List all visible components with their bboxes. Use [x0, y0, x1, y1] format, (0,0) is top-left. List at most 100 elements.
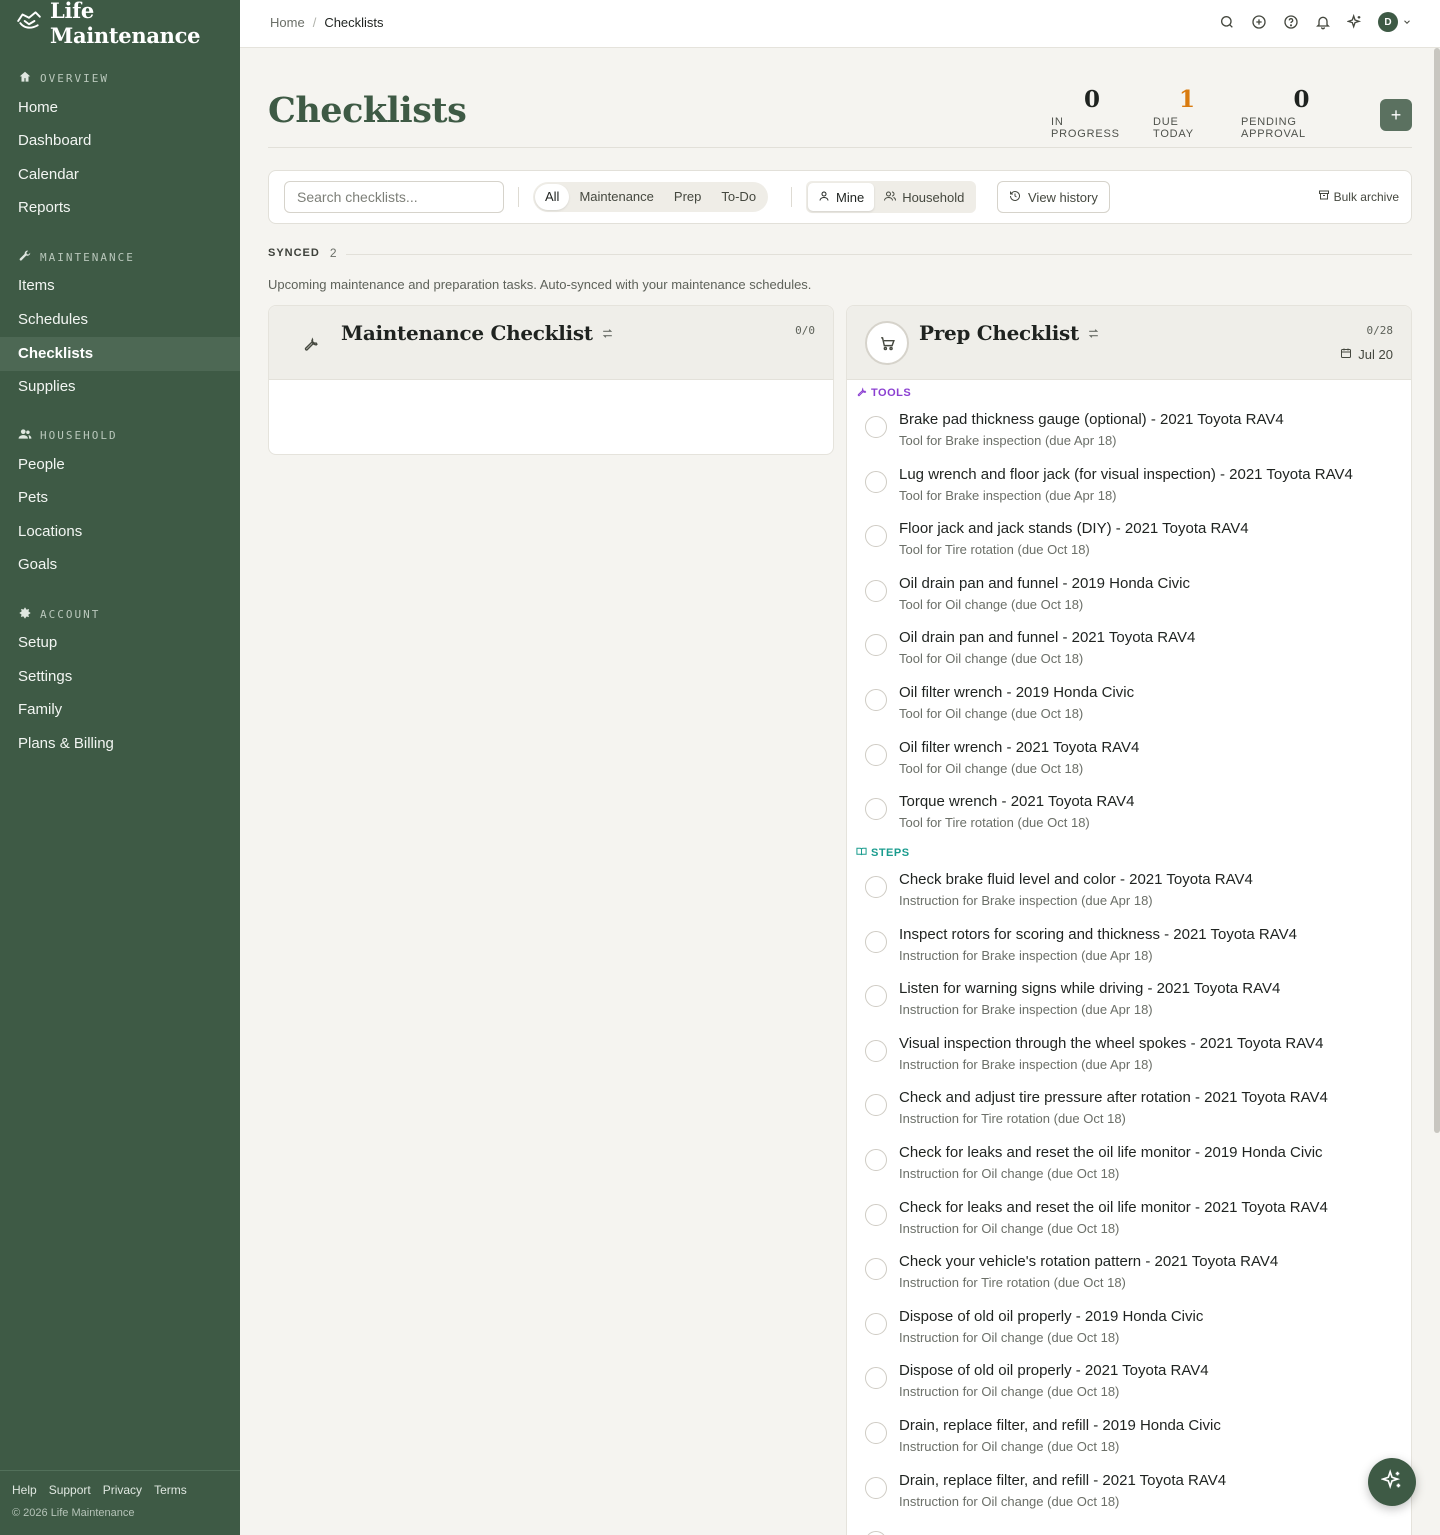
filter-todo[interactable]: To-Do	[711, 184, 766, 210]
checklist-task[interactable]: Drain, replace filter, and refill - 2019…	[847, 1414, 1411, 1468]
sidebar-item-locations[interactable]: Locations	[0, 515, 240, 549]
checklist-task[interactable]: Drain, replace filter, and refill - 2021…	[847, 1469, 1411, 1523]
task-checkbox[interactable]	[865, 876, 887, 898]
checklist-task[interactable]: Torque wrench - 2021 Toyota RAV4 Tool for…	[847, 790, 1411, 844]
sidebar-item-schedules[interactable]: Schedules	[0, 303, 240, 337]
footer-link-support[interactable]: Support	[49, 1483, 91, 1497]
sidebar-item-items[interactable]: Items	[0, 269, 240, 303]
task-checkbox[interactable]	[865, 1039, 887, 1062]
sidebar-item-family[interactable]: Family	[0, 693, 240, 727]
bell-icon[interactable]	[1314, 13, 1332, 31]
sidebar-item-checklists[interactable]: Checklists	[0, 337, 240, 371]
sidebar-item-reports[interactable]: Reports	[0, 191, 240, 225]
task-subtitle: Instruction for Oil change (due Oct 18)	[899, 1493, 1120, 1509]
logo-icon	[16, 8, 42, 39]
sparkles-icon[interactable]	[1346, 13, 1364, 31]
task-title: Lug wrench and floor jack (for visual in…	[899, 465, 1353, 483]
sidebar-item-calendar[interactable]: Calendar	[0, 158, 240, 192]
task-checkbox[interactable]	[865, 1312, 887, 1335]
search-icon[interactable]	[1218, 13, 1236, 31]
checklist-task[interactable]: Inspect rotors for scoring and thickness…	[847, 923, 1411, 977]
footer-link-privacy[interactable]: Privacy	[103, 1483, 142, 1497]
divider	[268, 147, 1412, 148]
footer-link-terms[interactable]: Terms	[154, 1483, 187, 1497]
scope-mine[interactable]: Mine	[808, 183, 875, 211]
stat-in-progress: 0 IN PROGRESS	[1051, 86, 1133, 140]
task-checkbox[interactable]	[865, 634, 887, 657]
task-checkbox[interactable]	[865, 579, 887, 602]
sidebar-item-home[interactable]: Home	[0, 91, 240, 125]
checklist-task[interactable]: Check for leaks and reset the oil life m…	[847, 1141, 1411, 1195]
sidebar-item-setup[interactable]: Setup	[0, 626, 240, 660]
checklist-task[interactable]: Check for leaks and reset the oil life m…	[847, 1196, 1411, 1250]
task-checkbox[interactable]	[865, 930, 887, 953]
checklist-task[interactable]: Visual inspection through the wheel spok…	[847, 1032, 1411, 1086]
checklist-task[interactable]: Check brake fluid level and color - 2021…	[847, 868, 1411, 922]
task-checkbox[interactable]	[865, 1203, 887, 1226]
sidebar-item-people[interactable]: People	[0, 448, 240, 482]
wrench-icon	[288, 321, 332, 365]
sidebar-item-pets[interactable]: Pets	[0, 481, 240, 515]
checklist-task[interactable]: Lug wrench and floor jack (for visual in…	[847, 463, 1411, 517]
task-checkbox[interactable]	[865, 1367, 887, 1390]
checklist-task[interactable]: Brake pad thickness gauge (optional) - 2…	[847, 408, 1411, 462]
avatar[interactable]: D	[1378, 12, 1398, 32]
footer-link-help[interactable]: Help	[12, 1483, 37, 1497]
task-checkbox[interactable]	[865, 1476, 887, 1499]
task-checkbox[interactable]	[865, 1094, 887, 1117]
checklist-task[interactable]: Check and adjust tire pressure after rot…	[847, 1086, 1411, 1140]
add-circle-icon[interactable]	[1250, 13, 1268, 31]
task-title: Drain, replace filter, and refill - 2019…	[899, 1417, 1221, 1434]
checklist-task[interactable]: Oil filter wrench - 2021 Toyota RAV4 Tool…	[847, 736, 1411, 790]
task-checkbox[interactable]	[865, 1422, 887, 1444]
search-input[interactable]	[284, 181, 504, 213]
task-checkbox[interactable]	[865, 416, 887, 438]
filter-all[interactable]: All	[535, 184, 570, 210]
filter-prep[interactable]: Prep	[664, 184, 711, 210]
wrench-icon	[856, 386, 867, 400]
task-checkbox[interactable]	[865, 1531, 887, 1535]
task-checkbox[interactable]	[865, 985, 887, 1008]
view-history-button[interactable]: View history	[997, 181, 1110, 213]
list-item[interactable]	[847, 1523, 1411, 1535]
checklist-task[interactable]: Dispose of old oil properly - 2021 Toyot…	[847, 1359, 1411, 1413]
sidebar-item-goals[interactable]: Goals	[0, 548, 240, 582]
scrollbar[interactable]	[1434, 48, 1440, 1133]
sidebar-item-plans-billing[interactable]: Plans & Billing	[0, 727, 240, 761]
task-checkbox[interactable]	[865, 1258, 887, 1281]
help-icon[interactable]	[1282, 13, 1300, 31]
sidebar-item-supplies[interactable]: Supplies	[0, 370, 240, 404]
checklist-task[interactable]: Dispose of old oil properly - 2019 Honda…	[847, 1305, 1411, 1359]
task-checkbox[interactable]	[865, 1149, 887, 1171]
task-title: Drain, replace filter, and refill - 2021…	[899, 1471, 1227, 1489]
filter-maintenance[interactable]: Maintenance	[569, 184, 663, 210]
task-checkbox[interactable]	[865, 689, 887, 711]
stat-label: DUE TODAY	[1153, 116, 1194, 140]
task-title: Visual inspection through the wheel spok…	[899, 1034, 1324, 1052]
bulk-archive-button[interactable]: Bulk archive	[1318, 189, 1399, 204]
chevron-down-icon[interactable]	[1402, 13, 1412, 31]
task-checkbox[interactable]	[865, 798, 887, 821]
checklist-task[interactable]: Oil filter wrench - 2019 Honda Civic Tool…	[847, 681, 1411, 735]
card-header[interactable]: Prep Checklist 0/28 Jul 20	[847, 306, 1411, 380]
checklist-task[interactable]: Oil drain pan and funnel - 2019 Honda Ci…	[847, 572, 1411, 626]
brand-logo[interactable]: Life Maintenance	[16, 0, 240, 48]
cart-icon	[865, 321, 909, 365]
checklist-task[interactable]: Oil drain pan and funnel - 2021 Toyota R…	[847, 626, 1411, 680]
add-checklist-button[interactable]: +	[1380, 99, 1412, 131]
scope-household[interactable]: Household	[874, 183, 974, 211]
sidebar-item-settings[interactable]: Settings	[0, 660, 240, 694]
checklist-task[interactable]: Check your vehicle's rotation pattern - …	[847, 1250, 1411, 1304]
task-checkbox[interactable]	[865, 470, 887, 493]
section-label-steps: STEPS	[856, 846, 910, 860]
checklist-task[interactable]: Floor jack and jack stands (DIY) - 2021 …	[847, 517, 1411, 571]
task-title: Oil filter wrench - 2021 Toyota RAV4	[899, 738, 1140, 756]
assistant-button[interactable]	[1368, 1458, 1416, 1506]
task-subtitle: Instruction for Oil change (due Oct 18)	[899, 1329, 1120, 1345]
task-checkbox[interactable]	[865, 525, 887, 548]
breadcrumb-home[interactable]: Home	[270, 15, 305, 30]
maintenance-checklist-card[interactable]: Maintenance Checklist 0/0	[268, 305, 834, 455]
sidebar-item-dashboard[interactable]: Dashboard	[0, 124, 240, 158]
checklist-task[interactable]: Listen for warning signs while driving -…	[847, 977, 1411, 1031]
task-checkbox[interactable]	[865, 743, 887, 766]
